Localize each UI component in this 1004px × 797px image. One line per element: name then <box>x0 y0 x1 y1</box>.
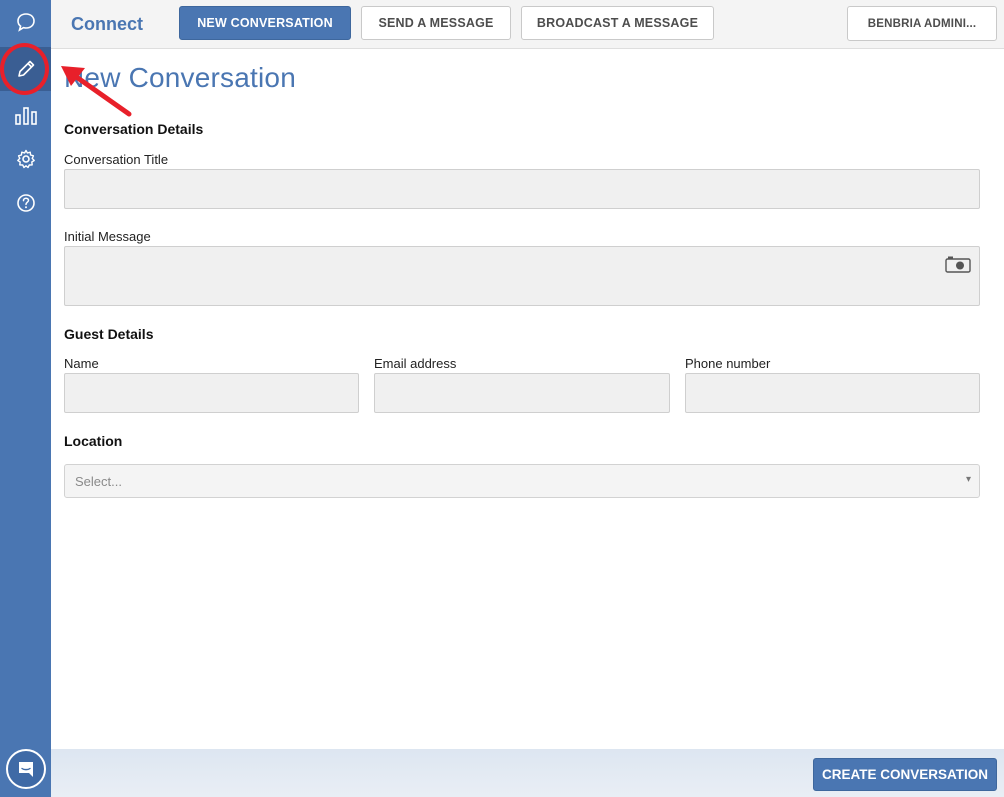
pencil-icon <box>17 60 34 77</box>
page-title: New Conversation <box>64 62 296 93</box>
attach-photo-button[interactable] <box>945 255 971 273</box>
send-message-button[interactable]: SEND A MESSAGE <box>361 6 511 40</box>
sidebar-item-conversations[interactable] <box>0 0 51 44</box>
bar-chart-icon <box>14 107 37 125</box>
location-select[interactable]: Select... ▾ <box>64 464 980 498</box>
chat-launcher-button[interactable] <box>6 749 46 789</box>
name-label: Name <box>64 356 99 371</box>
email-input[interactable] <box>374 373 670 413</box>
new-conversation-button[interactable]: NEW CONVERSATION <box>179 6 351 40</box>
app-title: Connect <box>71 14 143 34</box>
sidebar <box>0 0 51 797</box>
phone-input[interactable] <box>685 373 980 413</box>
sidebar-item-help[interactable] <box>0 181 51 225</box>
name-input[interactable] <box>64 373 359 413</box>
sidebar-item-reports[interactable] <box>0 93 51 137</box>
guest-details-heading: Guest Details <box>64 326 154 342</box>
user-menu-button[interactable]: BENBRIA ADMINI... <box>847 6 997 41</box>
create-conversation-button[interactable]: CREATE CONVERSATION <box>813 758 997 791</box>
conversation-title-input[interactable] <box>64 169 980 209</box>
location-select-placeholder: Select... <box>75 474 122 489</box>
camera-icon <box>945 256 971 273</box>
phone-label: Phone number <box>685 356 771 371</box>
help-icon <box>16 194 35 212</box>
conversation-details-heading: Conversation Details <box>64 121 204 137</box>
initial-message-label: Initial Message <box>64 229 151 244</box>
chat-launcher-icon <box>19 762 33 777</box>
gear-icon <box>16 149 35 169</box>
chevron-down-icon: ▾ <box>965 474 971 485</box>
chat-bubble-icon <box>16 13 35 32</box>
broadcast-message-button[interactable]: BROADCAST A MESSAGE <box>521 6 714 40</box>
email-label: Email address <box>374 356 457 371</box>
initial-message-textarea[interactable] <box>64 246 980 306</box>
sidebar-item-settings[interactable] <box>0 137 51 181</box>
location-heading: Location <box>64 433 123 449</box>
conversation-title-label: Conversation Title <box>64 152 169 167</box>
sidebar-item-new-conversation[interactable] <box>0 47 51 91</box>
